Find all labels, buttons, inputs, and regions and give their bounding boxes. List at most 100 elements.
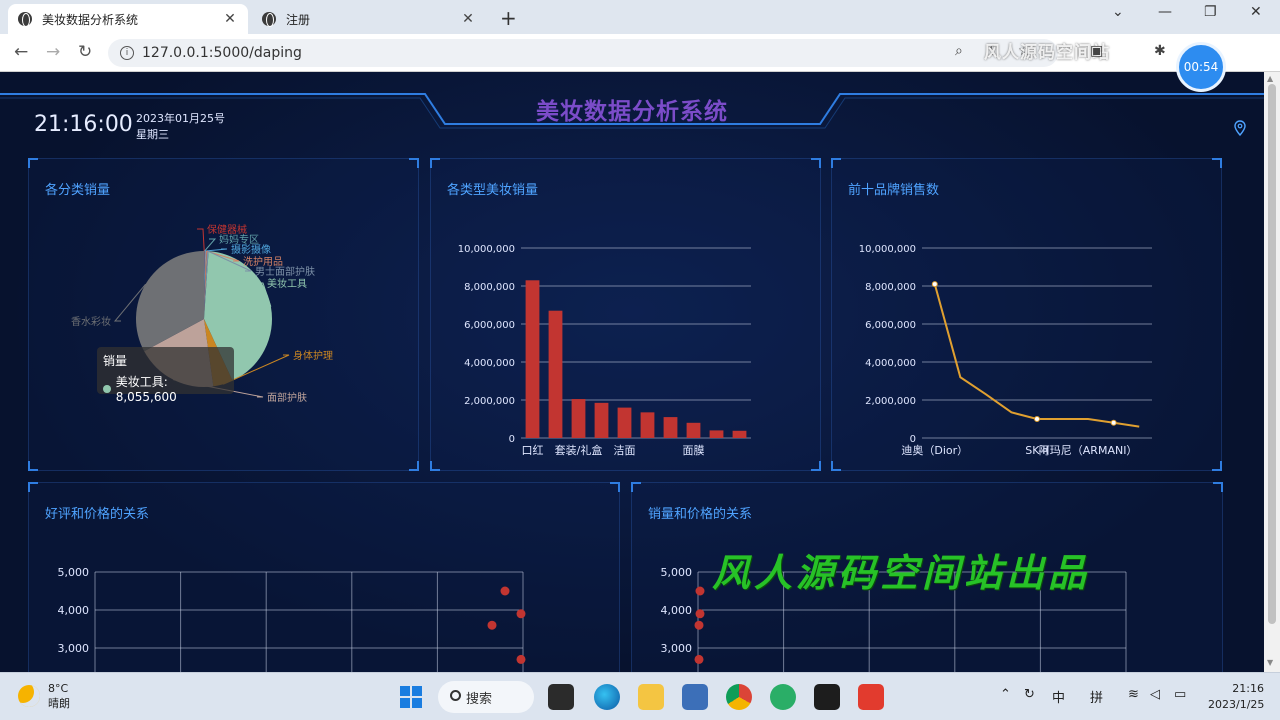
pie-label: 摄影摄像: [231, 243, 271, 256]
edge-browser-icon[interactable]: [594, 684, 620, 710]
y-tick-label: 0: [509, 434, 515, 445]
tab-dashboard[interactable]: 美妆数据分析系统 ✕: [8, 4, 248, 34]
close-window-button[interactable]: ✕: [1250, 4, 1262, 20]
tray-expand-icon[interactable]: ⌃: [1000, 687, 1011, 702]
zoom-icon[interactable]: ⌕: [955, 43, 963, 59]
extension-icon[interactable]: ▣: [1090, 43, 1103, 59]
pie-label-line: [204, 238, 217, 252]
tab-search-icon[interactable]: ⌄: [1112, 4, 1124, 20]
file-explorer-icon[interactable]: [638, 684, 664, 710]
legend-dot-icon: [103, 384, 111, 393]
bar-chart[interactable]: 0 2,000,000 4,000,000 6,000,000 8,000,000 10,…: [431, 159, 822, 472]
task-view-icon[interactable]: [548, 684, 574, 710]
bar: [571, 399, 586, 438]
pie-label-line: [197, 228, 205, 252]
x-tick-label: 洁面: [614, 444, 636, 457]
scatter-point: [487, 620, 497, 630]
bar: [594, 402, 609, 438]
wechat-icon[interactable]: [770, 684, 796, 710]
line-series: [933, 283, 1140, 428]
y-tick-label: 4,000: [58, 604, 90, 617]
close-tab-icon[interactable]: ✕: [460, 11, 476, 27]
weather-temp: 8°C: [48, 682, 69, 695]
scatter-point: [695, 609, 705, 619]
weather-widget[interactable]: 8°C 晴朗: [18, 681, 70, 711]
bar: [525, 280, 540, 438]
bar: [640, 412, 655, 438]
browser-tab-bar: 美妆数据分析系统 ✕ 注册 ✕ + ⌄ — ❐ ✕: [0, 0, 1280, 34]
y-tick-label: 4,000: [661, 604, 693, 617]
reload-icon[interactable]: ↻: [78, 42, 92, 62]
dashboard-page: 美妆数据分析系统 21:16:00 2023年01月25号 星期三 各分类销量 …: [0, 72, 1264, 672]
y-tick-label: 6,000,000: [464, 320, 515, 331]
y-tick-label: 2,000,000: [865, 396, 916, 407]
volume-icon[interactable]: ◁: [1150, 687, 1160, 702]
sync-icon[interactable]: ↻: [1024, 687, 1035, 702]
y-tick-label: 5,000: [58, 566, 90, 579]
clock-time: 21:16:00: [34, 112, 133, 137]
y-tick-label: 3,000: [661, 642, 693, 655]
minimize-button[interactable]: —: [1158, 4, 1172, 20]
scatter-point: [516, 654, 526, 664]
windows-start-icon[interactable]: [398, 684, 424, 710]
new-tab-button[interactable]: +: [500, 6, 517, 30]
chrome-browser-icon[interactable]: [726, 684, 752, 710]
scatter-point: [694, 654, 704, 664]
taskbar: 8°C 晴朗 搜索 ⌃ ↻ 中 拼 ≋ ◁ ▭ 21:16 2023/1/25: [0, 672, 1280, 720]
tab-register[interactable]: 注册 ✕: [252, 4, 486, 34]
panel-top10-brands: 前十品牌销售数 0 2,000,000 4,000,000 6,000,000 8,00…: [831, 158, 1222, 471]
pycharm-icon[interactable]: [814, 684, 840, 710]
line-point: [1034, 416, 1040, 422]
ime-mode[interactable]: 中: [1052, 687, 1065, 706]
globe-icon: [262, 12, 276, 27]
pie-chart[interactable]: 保健器械妈妈专区摄影摄像洗护用品男士面部护肤美妆工具身体护理面部护肤香水彩妆: [29, 159, 420, 472]
back-arrow-icon[interactable]: ←: [14, 42, 28, 62]
tooltip-value: 美妆工具: 8,055,600: [115, 375, 177, 404]
url-input[interactable]: i 127.0.0.1:5000/daping: [108, 39, 1058, 67]
bar: [663, 417, 678, 438]
y-tick-label: 3,000: [58, 642, 90, 655]
wifi-icon[interactable]: ≋: [1128, 687, 1139, 702]
restore-button[interactable]: ❐: [1204, 4, 1217, 20]
scatter-point: [695, 586, 705, 596]
battery-icon[interactable]: ▭: [1174, 687, 1186, 702]
watermark-text: 风人源码空间站出品: [712, 550, 1091, 595]
bar: [732, 430, 747, 438]
moon-icon: [18, 685, 40, 707]
site-info-icon[interactable]: i: [120, 46, 134, 60]
search-icon: [450, 690, 461, 701]
pie-label: 男士面部护肤: [255, 265, 315, 278]
monitor-app-icon[interactable]: [682, 684, 708, 710]
line-chart[interactable]: 02,000,0004,000,0006,000,0008,000,00010,…: [832, 159, 1223, 472]
taskbar-search[interactable]: 搜索: [438, 681, 534, 713]
chart-tooltip: 销量 美妆工具: 8,055,600: [97, 347, 234, 404]
y-tick-label: 5,000: [661, 566, 693, 579]
tab-title: 注册: [286, 12, 311, 27]
weather-desc: 晴朗: [48, 697, 70, 710]
system-time: 21:16: [1232, 682, 1264, 695]
wps-office-icon[interactable]: [858, 684, 884, 710]
scatter-chart-rating[interactable]: 3,000 4,000 5,000: [29, 483, 621, 672]
location-icon[interactable]: [1234, 120, 1246, 136]
x-tick-label: 面膜: [683, 444, 705, 457]
y-tick-label: 8,000,000: [865, 282, 916, 293]
forward-arrow-icon[interactable]: →: [46, 42, 60, 62]
tooltip-series: 销量: [103, 354, 128, 368]
scrollbar-thumb[interactable]: [1268, 84, 1276, 624]
y-tick-label: 2,000,000: [464, 396, 515, 407]
page-scrollbar[interactable]: ▲ ▼: [1264, 72, 1280, 672]
puzzle-icon[interactable]: ✱: [1154, 43, 1166, 59]
pie-label: 身体护理: [293, 349, 333, 362]
close-tab-icon[interactable]: ✕: [222, 11, 238, 27]
scroll-down-icon[interactable]: ▼: [1267, 658, 1273, 667]
scroll-up-icon[interactable]: ▲: [1267, 74, 1273, 83]
x-tick-label: 套装/礼盒: [555, 443, 603, 457]
system-clock[interactable]: 21:16 2023/1/25: [1208, 681, 1264, 713]
tab-title: 美妆数据分析系统: [42, 12, 139, 27]
panel-category-sales: 各分类销量 保健器械 妈妈专区 摄影摄像 洗护用品 男士面部护肤 美妆工具 身体护理 面部护肤…: [28, 158, 419, 471]
x-tick-label: 迪奥（Dior）: [901, 443, 968, 457]
panel-rating-price: 好评和价格的关系 3,000 4,000 5,000: [28, 482, 620, 672]
ime-pinyin[interactable]: 拼: [1090, 687, 1103, 706]
y-tick-label: 6,000,000: [865, 320, 916, 331]
line-point: [931, 281, 938, 288]
